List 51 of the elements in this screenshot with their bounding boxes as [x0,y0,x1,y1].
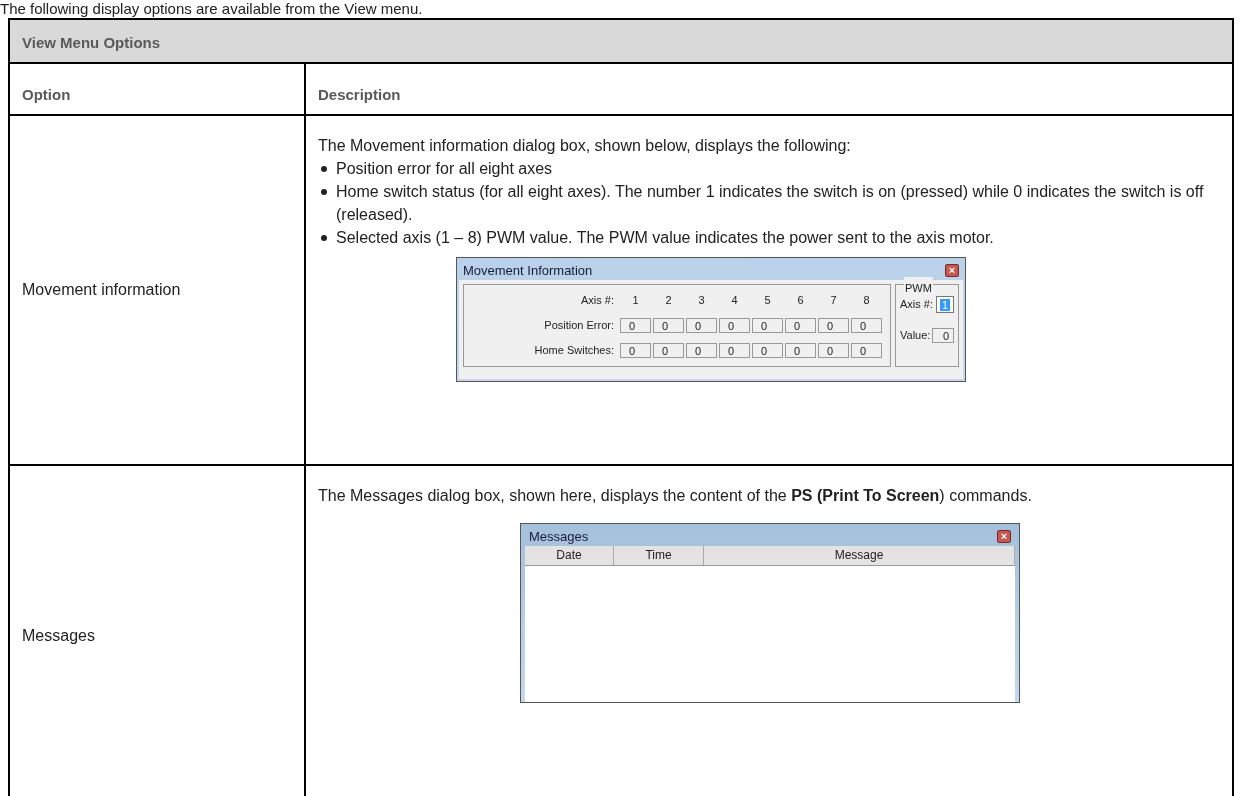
value-field: 0 [620,343,651,358]
axis-number: 6 [796,293,805,308]
value-field: 0 [719,343,750,358]
value-field: 0 [686,343,717,358]
bullet-icon [321,189,327,195]
axis-number: 4 [730,293,739,308]
dialog-title: Messages [529,527,589,546]
column-header: Option [22,84,71,105]
axis-number: 3 [697,293,706,308]
field-label: Axis #: [581,293,614,308]
value-field: 0 [851,343,882,358]
bullet-icon [321,235,327,241]
value-field: 0 [719,318,750,333]
description-text: The Messages dialog box, shown here, displays the content of the PS (Print To Screen) commands. [318,486,1033,506]
value-field: 0 [653,318,684,333]
value-field: 0 [752,318,783,333]
option-name: Messages [22,626,95,646]
value-field: 0 [752,343,783,358]
list-column-header[interactable]: Time [614,546,704,565]
field-label: Home Switches: [534,343,614,358]
value-field: 0 [785,343,816,358]
close-button[interactable]: × [997,529,1011,543]
value-field: 0 [686,318,717,333]
close-button[interactable]: × [945,263,959,277]
bullet-text: Selected axis (1 – 8) PWM value. The PWM value indicates the power sent to the axis motor. [336,228,994,248]
value-field: 0 [785,318,816,333]
table-title: View Menu Options [22,32,161,53]
intro-text: The following display options are available from the View menu. [0,0,424,18]
dialog-title: Movement Information [463,261,593,280]
value-field: 0 [932,328,954,343]
field-label: Axis #: [900,297,933,312]
axis-number: 7 [829,293,838,308]
column-header: Description [318,84,401,105]
value-field: 0 [818,343,849,358]
option-name: Movement information [22,280,181,300]
axis-number: 5 [763,293,772,308]
value-field: 0 [851,318,882,333]
bullet-icon [321,166,327,172]
value-field: 0 [818,318,849,333]
axis-number: 1 [631,293,640,308]
value-field: 0 [653,343,684,358]
bullet-text: Position error for all eight axes [336,159,553,179]
description-text: The Movement information dialog box, shown below, displays the following: [318,136,852,156]
axis-number: 8 [862,293,871,308]
value-field: 0 [620,318,651,333]
axis-number: 2 [664,293,673,308]
field-label: Position Error: [544,318,614,333]
bullet-text: Home switch status (for all eight axes). The number 1 indicates the switch is on (pressed) while 0 indicates the switch is off (released). [336,182,1205,225]
field-label: Value: [900,328,931,343]
list-column-header[interactable]: Message [704,546,1015,565]
list-column-header[interactable]: Date [525,546,614,565]
